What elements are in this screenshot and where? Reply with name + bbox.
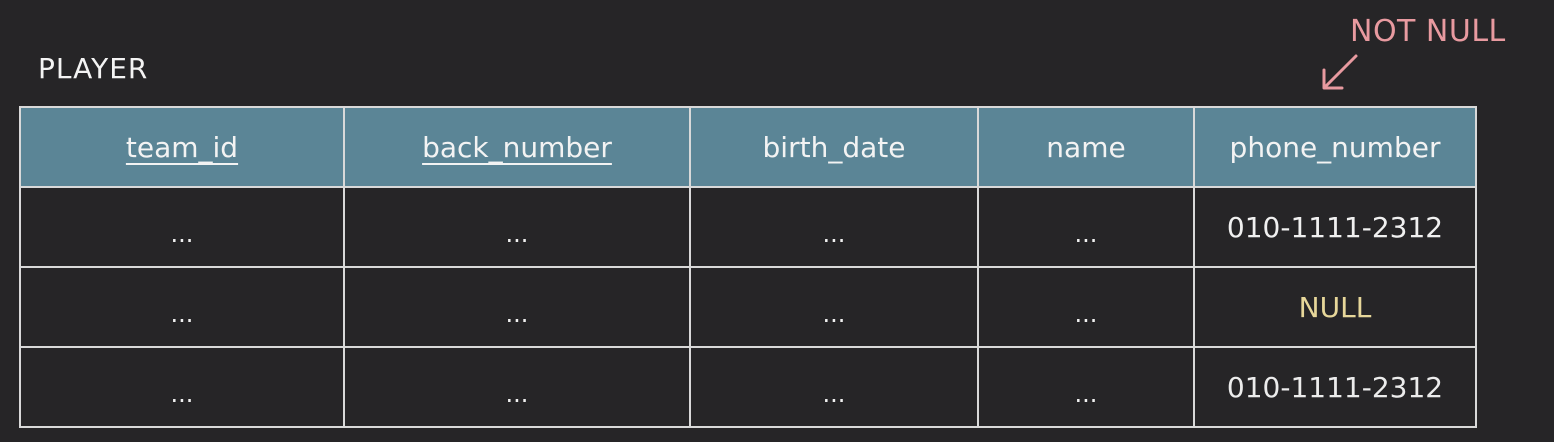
column-header-team-id: team_id: [19, 106, 345, 188]
column-label: birth_date: [762, 130, 906, 164]
header-row: team_id back_number birth_date name phon…: [19, 106, 1477, 188]
table-cell: ...: [343, 346, 691, 428]
table-cell: ...: [689, 266, 979, 348]
player-table: team_id back_number birth_date name phon…: [19, 106, 1477, 428]
primary-key-label: back_number: [422, 130, 612, 164]
table-cell: ...: [977, 186, 1195, 268]
table-cell: ...: [689, 186, 979, 268]
phone-cell: 010-1111-2312: [1193, 186, 1477, 268]
column-header-birth-date: birth_date: [689, 106, 979, 188]
table-row: ... ... ... ... 010-1111-2312: [19, 346, 1477, 428]
table-cell: ...: [19, 266, 345, 348]
table-cell: ...: [343, 266, 691, 348]
phone-cell: 010-1111-2312: [1193, 346, 1477, 428]
table-title: PLAYER: [38, 52, 149, 85]
table-cell: ...: [977, 266, 1195, 348]
column-header-phone-number: phone_number: [1193, 106, 1477, 188]
not-null-annotation: NOT NULL: [1350, 14, 1506, 49]
column-header-name: name: [977, 106, 1195, 188]
phone-cell: NULL: [1193, 266, 1477, 348]
table-cell: ...: [343, 186, 691, 268]
column-label: phone_number: [1229, 130, 1441, 164]
table-cell: ...: [19, 346, 345, 428]
table-row: ... ... ... ... 010-1111-2312: [19, 186, 1477, 268]
table-cell: ...: [19, 186, 345, 268]
table-cell: ...: [977, 346, 1195, 428]
column-header-back-number: back_number: [343, 106, 691, 188]
null-value: NULL: [1298, 290, 1372, 324]
column-label: name: [1046, 130, 1126, 164]
table-cell: ...: [689, 346, 979, 428]
table-row: ... ... ... ... NULL: [19, 266, 1477, 348]
arrow-icon: [1322, 54, 1358, 90]
primary-key-label: team_id: [125, 130, 239, 164]
